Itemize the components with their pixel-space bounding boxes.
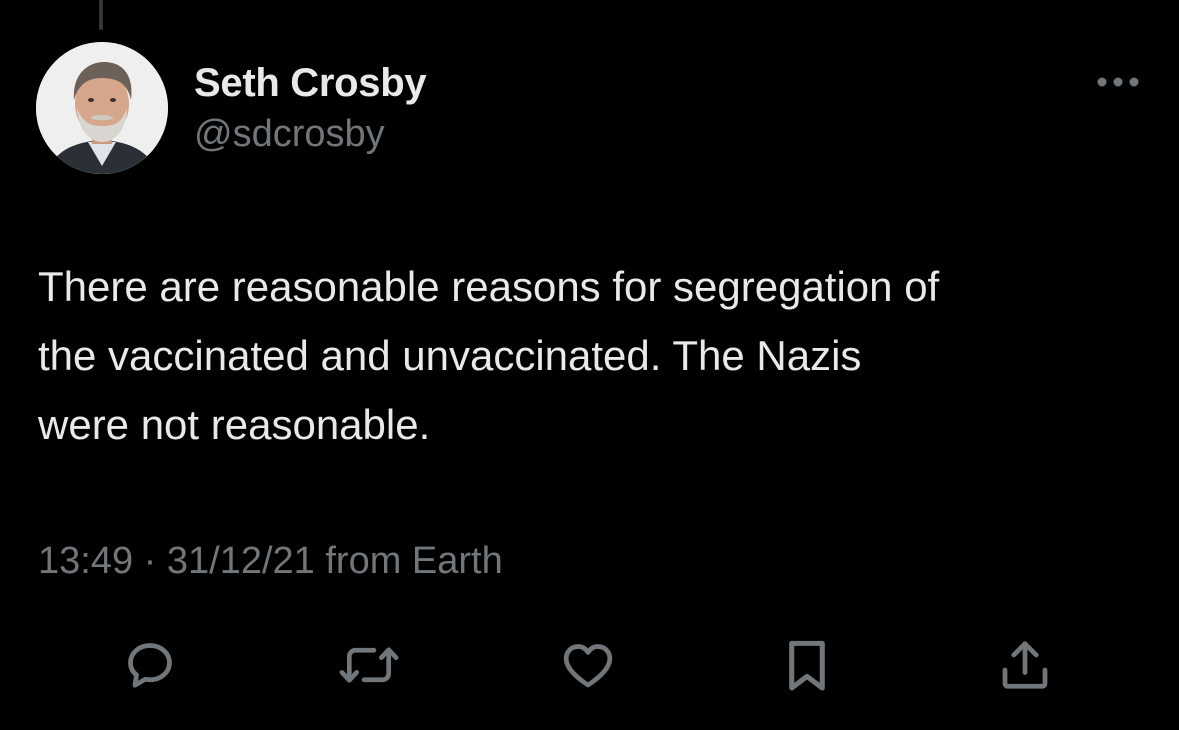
more-dots-icon bbox=[1097, 77, 1139, 87]
tweet-time[interactable]: 13:49 bbox=[38, 540, 133, 582]
tweet-date[interactable]: 31/12/21 bbox=[167, 540, 315, 582]
tweet-text: There are reasonable reasons for segrega… bbox=[38, 263, 940, 448]
tweet-meta: 13:49 · 31/12/21 from Earth bbox=[38, 536, 503, 586]
thread-connector-line bbox=[99, 0, 103, 30]
share-icon bbox=[1002, 641, 1048, 689]
author-info[interactable]: Seth Crosby @sdcrosby bbox=[194, 58, 427, 158]
profile-photo-icon bbox=[36, 42, 168, 174]
meta-separator: · bbox=[143, 540, 157, 582]
tweet-source: from Earth bbox=[325, 540, 503, 582]
reply-icon bbox=[128, 643, 172, 688]
author-handle[interactable]: @sdcrosby bbox=[194, 110, 426, 158]
retweet-icon bbox=[339, 647, 399, 683]
reply-button[interactable] bbox=[115, 630, 185, 700]
bookmark-button[interactable] bbox=[772, 630, 842, 700]
like-icon bbox=[563, 644, 613, 688]
author-display-name[interactable]: Seth Crosby bbox=[194, 58, 427, 108]
like-button[interactable] bbox=[553, 630, 623, 700]
bookmark-icon bbox=[789, 640, 825, 691]
more-options-button[interactable] bbox=[1090, 68, 1146, 96]
share-button[interactable] bbox=[990, 630, 1060, 700]
avatar[interactable] bbox=[36, 42, 168, 174]
retweet-button[interactable] bbox=[334, 630, 404, 700]
tweet-actions-bar bbox=[0, 630, 1179, 700]
